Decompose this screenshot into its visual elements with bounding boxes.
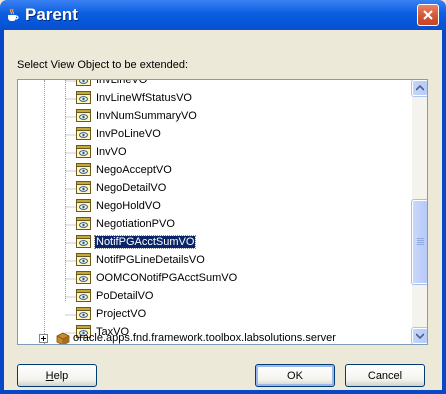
scroll-down-button[interactable]: [411, 327, 427, 344]
tree-elbow: [65, 296, 76, 298]
view-object-icon: [76, 91, 91, 104]
tree-item-label: NegoAcceptVO: [96, 164, 172, 176]
view-object-icon: [76, 181, 91, 194]
help-button[interactable]: Help: [17, 364, 97, 387]
vertical-scrollbar[interactable]: [411, 80, 427, 344]
tree-item-label: NegotiationPVO: [96, 218, 175, 230]
tree-item-label: NotifPGAcctSumVO: [93, 235, 197, 249]
tree-elbow: [65, 260, 76, 262]
tree-item[interactable]: NegoAcceptVO: [18, 162, 411, 180]
tree-item-label: NegoHoldVO: [96, 200, 161, 212]
tree-item[interactable]: InvPoLineVO: [18, 126, 411, 144]
view-object-icon: [76, 307, 91, 320]
arrow-up-icon: [416, 85, 424, 91]
tree-item-label: PoDetailVO: [96, 290, 154, 302]
tree-item-label: OOMCONotifPGAcctSumVO: [96, 272, 238, 284]
tree-item[interactable]: InvLineWfStatusVO: [18, 90, 411, 108]
view-object-icon: [76, 127, 91, 140]
package-icon: [56, 332, 70, 344]
tree-elbow: [65, 224, 76, 226]
cancel-button[interactable]: Cancel: [345, 364, 425, 387]
close-icon: [423, 10, 433, 20]
tree-item-label: InvLineWfStatusVO: [96, 92, 192, 104]
tree-item-label: ProjectVO: [96, 308, 147, 320]
tree-elbow: [65, 80, 76, 82]
help-mnemonic: H: [45, 369, 54, 382]
tree-item[interactable]: InvLineVO: [18, 80, 411, 90]
tree-item[interactable]: PoDetailVO: [18, 288, 411, 306]
tree-elbow: [65, 116, 76, 118]
ok-button[interactable]: OK: [255, 364, 335, 387]
tree-elbow: [65, 188, 76, 190]
close-button[interactable]: [417, 4, 439, 26]
tree-item[interactable]: NegoDetailVO: [18, 180, 411, 198]
window-frame-left: [0, 30, 4, 394]
tree-elbow: [65, 152, 76, 154]
view-object-icon: [76, 109, 91, 122]
title-bar: Parent: [0, 0, 446, 30]
view-object-icon: [76, 199, 91, 212]
view-object-icon: [76, 253, 91, 266]
expand-icon[interactable]: [39, 334, 48, 343]
tree-item[interactable]: InvVO: [18, 144, 411, 162]
tree-item-label: NegoDetailVO: [96, 182, 167, 194]
view-object-icon: [76, 163, 91, 176]
tree-package-node[interactable]: oracle.apps.fnd.framework.toolbox.labsol…: [18, 330, 411, 344]
view-object-icon: [76, 80, 91, 86]
scroll-up-button[interactable]: [411, 80, 427, 97]
view-object-icon: [76, 289, 91, 302]
tree-elbow: [65, 170, 76, 172]
tree-item-label: InvPoLineVO: [96, 128, 161, 140]
tree-item[interactable]: InvNumSummaryVO: [18, 108, 411, 126]
tree-item-label: NotifPGLineDetailsVO: [96, 254, 205, 266]
tree-elbow: [65, 206, 76, 208]
tree-elbow: [65, 134, 76, 136]
tree-elbow: [65, 98, 76, 100]
tree-item[interactable]: NotifPGLineDetailsVO: [18, 252, 411, 270]
view-object-icon: [76, 217, 91, 230]
scroll-thumb[interactable]: [411, 199, 427, 285]
tree-item[interactable]: NegoHoldVO: [18, 198, 411, 216]
tree-item[interactable]: OOMCONotifPGAcctSumVO: [18, 270, 411, 288]
tree-item-label: InvNumSummaryVO: [96, 110, 197, 122]
tree-elbow: [65, 314, 76, 316]
view-object-icon: [76, 271, 91, 284]
view-object-icon: [76, 145, 91, 158]
tree-item-label: InvVO: [96, 146, 127, 158]
prompt-label: Select View Object to be extended:: [17, 59, 189, 71]
tree-elbow: [65, 242, 76, 244]
arrow-down-icon: [416, 333, 424, 339]
window-frame-right: [442, 30, 446, 394]
window-title: Parent: [25, 5, 78, 24]
view-object-icon: [76, 235, 91, 248]
package-label: oracle.apps.fnd.framework.toolbox.labsol…: [73, 332, 336, 344]
java-cup-icon: [8, 8, 19, 21]
tree-item[interactable]: NegotiationPVO: [18, 216, 411, 234]
help-label-rest: elp: [53, 369, 69, 382]
tree-item-label: InvLineVO: [96, 80, 148, 86]
view-object-tree[interactable]: InvLineVO InvLineWfStatusVO InvNumSummaryV…: [17, 79, 428, 345]
tree-item[interactable]: ProjectVO: [18, 306, 411, 324]
tree-elbow: [65, 278, 76, 280]
tree-item[interactable]: NotifPGAcctSumVO: [18, 234, 411, 252]
window-frame-bottom: [0, 390, 446, 394]
